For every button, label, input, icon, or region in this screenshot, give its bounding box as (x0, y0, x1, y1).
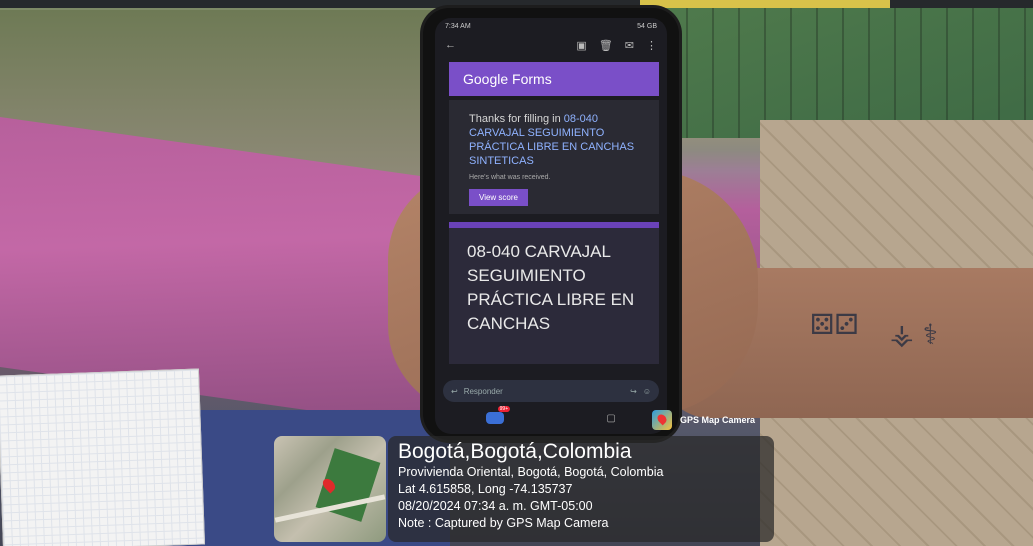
emoji-icon[interactable]: ☺ (643, 387, 651, 396)
mail-nav-icon[interactable]: 99+ (486, 406, 511, 424)
gps-note: Note : Captured by GPS Map Camera (398, 516, 609, 530)
gps-coords: Lat 4.615858, Long -74.135737 (398, 482, 573, 496)
status-time: 7:34 AM (445, 22, 471, 30)
gps-address: Provivienda Oriental, Bogotá, Bogotá, Co… (398, 465, 664, 479)
gps-app-name: GPS Map Camera (680, 415, 756, 425)
map-thumbnail (274, 436, 386, 542)
back-arrow-icon[interactable]: ← (445, 39, 456, 51)
reply-placeholder[interactable]: Responder (464, 387, 503, 396)
view-score-button[interactable]: View score (469, 189, 528, 206)
photo: ⚄⚂ ⚶ ⚕ 7:34 AM 54 GB ← ▣ 🗑 ✉ ⋮ Google Fo… (0, 0, 1033, 546)
google-forms-banner: Google Forms (449, 62, 659, 96)
gps-city: Bogotá,Bogotá,Colombia (398, 440, 632, 463)
gps-map-camera-icon (652, 410, 672, 430)
meet-icon[interactable]: ▢ (606, 413, 615, 424)
yellow-strip (640, 0, 890, 8)
phone-screen: 7:34 AM 54 GB ← ▣ 🗑 ✉ ⋮ Google Forms Tha… (435, 18, 667, 434)
smartphone: 7:34 AM 54 GB ← ▣ 🗑 ✉ ⋮ Google Forms Tha… (423, 8, 679, 440)
forward-icon[interactable]: ↪ (630, 387, 637, 396)
received-text: Here's what was received. (469, 174, 551, 181)
bottom-nav: 99+ ▢ (435, 406, 667, 430)
thanks-prefix: Thanks for filling in (469, 113, 564, 125)
notebook (0, 368, 206, 546)
archive-icon[interactable]: ▣ (576, 39, 586, 52)
status-bar: 7:34 AM 54 GB (435, 18, 667, 34)
fence (660, 8, 1033, 138)
gps-datetime: 08/20/2024 07:34 a. m. GMT-05:00 (398, 499, 593, 513)
gps-app-label: GPS Map Camera (652, 410, 755, 430)
trash-icon[interactable]: 🗑 (599, 39, 613, 52)
mail-icon[interactable]: ✉ (625, 39, 634, 52)
symbol-tattoo: ⚶ ⚕ (890, 318, 938, 351)
response-card: Thanks for filling in 08-040 CARVAJAL SE… (449, 100, 659, 214)
form-title: 08-040 CARVAJAL SEGUIMIENTO PRÁCTICA LIB… (449, 222, 659, 364)
gps-info-overlay: Bogotá,Bogotá,Colombia Provivienda Orien… (388, 436, 774, 542)
mail-badge: 99+ (497, 406, 511, 412)
reply-bar[interactable]: ↩ Responder ↪ ☺ (443, 380, 659, 402)
email-toolbar: ← ▣ 🗑 ✉ ⋮ (435, 34, 667, 56)
thanks-text: Thanks for filling in 08-040 CARVAJAL SE… (469, 112, 649, 168)
reply-icon[interactable]: ↩ (451, 387, 458, 396)
dice-tattoo: ⚄⚂ (810, 308, 859, 341)
more-icon[interactable]: ⋮ (646, 39, 657, 52)
status-storage: 54 GB (637, 22, 657, 30)
